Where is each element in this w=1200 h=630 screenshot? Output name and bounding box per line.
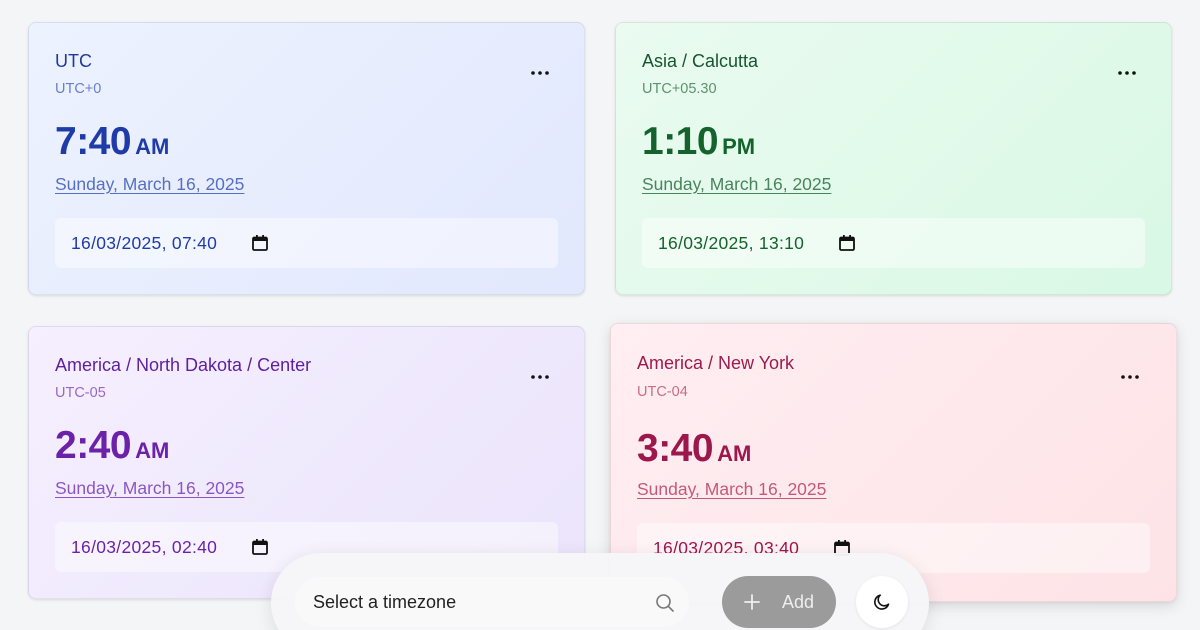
calendar-icon[interactable] (251, 234, 269, 252)
timezone-card-asia-calcutta: Asia / Calcutta UTC+05.30 1:10 PM Sunday,… (615, 22, 1172, 295)
timezone-name: Asia / Calcutta (642, 51, 759, 71)
more-horizontal-icon (531, 375, 549, 379)
card-menu-button[interactable] (524, 365, 556, 389)
datetime-value: 16/03/2025, 13:10 (658, 232, 805, 253)
time-value: 3:40 (637, 427, 714, 470)
time-value: 7:40 (55, 120, 132, 163)
time-period: AM (135, 438, 170, 463)
more-horizontal-icon (531, 71, 549, 75)
calendar-icon[interactable] (251, 538, 269, 556)
current-time: 3:40 AM (637, 429, 751, 468)
current-time: 7:40 AM (55, 122, 169, 161)
timezone-select-placeholder: Select a timezone (313, 591, 457, 612)
date-link[interactable]: Sunday, March 16, 2025 (55, 174, 244, 195)
theme-toggle-button[interactable] (856, 576, 908, 628)
datetime-input[interactable]: 16/03/2025, 07:40 (55, 218, 558, 268)
bottom-toolbar: Select a timezone Add (271, 553, 929, 630)
moon-icon (874, 594, 890, 610)
more-horizontal-icon (1121, 375, 1139, 379)
date-link[interactable]: Sunday, March 16, 2025 (637, 479, 826, 500)
timezone-offset: UTC-04 (637, 384, 688, 400)
card-menu-button[interactable] (1111, 61, 1143, 85)
time-value: 1:10 (642, 120, 719, 163)
add-timezone-button[interactable]: Add (722, 576, 836, 628)
time-period: AM (717, 441, 752, 466)
timezone-card-utc: UTC UTC+0 7:40 AM Sunday, March 16, 2025 … (28, 22, 585, 295)
time-period: PM (722, 134, 756, 159)
current-time: 2:40 AM (55, 426, 169, 465)
timezone-name: America / North Dakota / Center (55, 355, 312, 375)
card-menu-button[interactable] (524, 61, 556, 85)
time-period: AM (135, 134, 170, 159)
date-link[interactable]: Sunday, March 16, 2025 (55, 478, 244, 499)
more-horizontal-icon (1118, 71, 1136, 75)
datetime-value: 16/03/2025, 07:40 (71, 232, 218, 253)
datetime-value: 16/03/2025, 02:40 (71, 536, 218, 557)
timezone-offset: UTC+0 (55, 81, 102, 97)
datetime-input[interactable]: 16/03/2025, 13:10 (642, 218, 1145, 268)
timezone-dashboard: UTC UTC+0 7:40 AM Sunday, March 16, 2025 … (0, 0, 1200, 630)
timezone-select[interactable]: Select a timezone (295, 577, 689, 627)
add-button-label: Add (781, 591, 815, 612)
date-link[interactable]: Sunday, March 16, 2025 (642, 174, 831, 195)
card-menu-button[interactable] (1114, 365, 1146, 389)
calendar-icon[interactable] (838, 234, 856, 252)
timezone-offset: UTC+05.30 (642, 81, 717, 97)
time-value: 2:40 (55, 424, 132, 467)
timezone-offset: UTC-05 (55, 385, 106, 401)
search-icon (656, 594, 674, 612)
timezone-name: America / New York (637, 353, 795, 373)
timezone-name: UTC (55, 51, 92, 71)
plus-icon (744, 594, 760, 610)
current-time: 1:10 PM (642, 122, 755, 161)
